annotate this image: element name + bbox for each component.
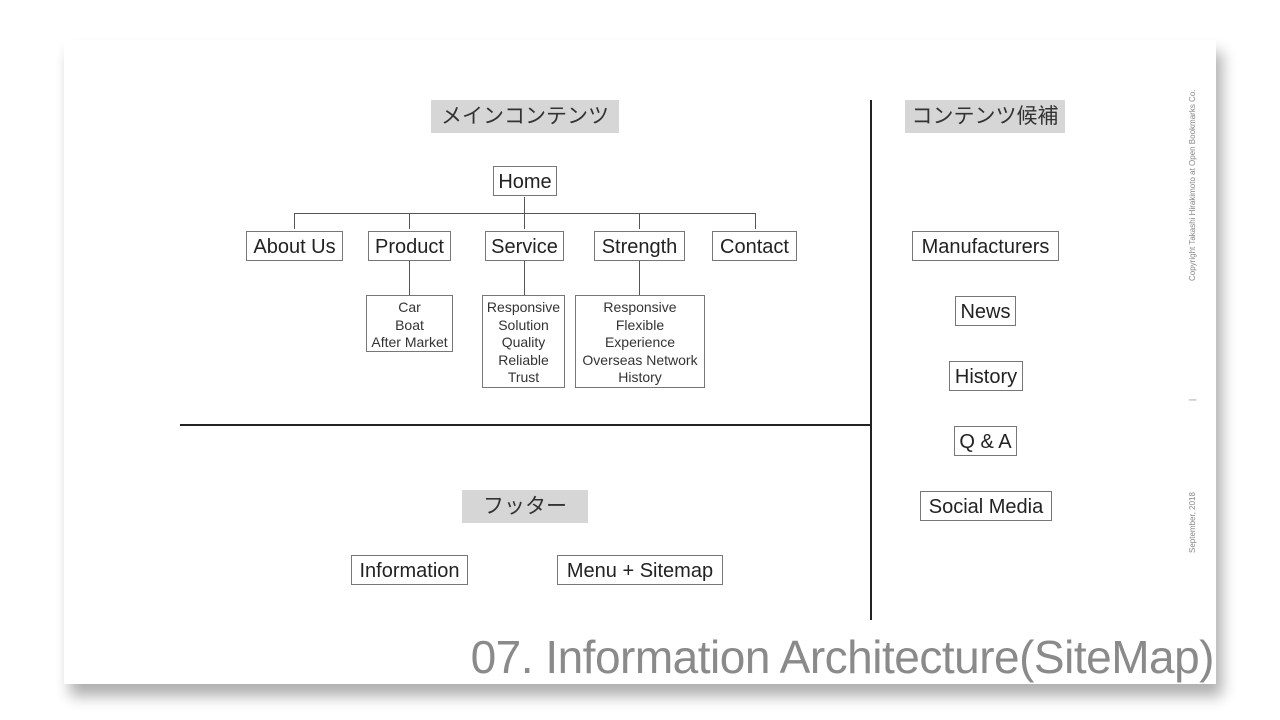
subitem: History [618,369,662,385]
candidate-qa: Q & A [954,426,1017,456]
copyright-text: Copyright Takashi Hirakimoto at Open Boo… [1188,89,1197,282]
subitem: Overseas Network [582,351,698,368]
slide-title: 07. Information Architecture(SiteMap) [470,631,1215,683]
content-candidates-label: コンテンツ候補 [905,100,1065,133]
subitem: Quality [501,334,546,350]
date-text: September, 2018 [1188,492,1197,553]
connector-about [294,213,295,229]
subitem: Boat [395,316,424,333]
candidate-manufacturers: Manufacturers [912,231,1059,261]
candidate-history: History [949,361,1023,391]
subitem: Flexible [615,316,665,333]
connector-service-sub [524,261,525,295]
separator-mark: | [1188,398,1197,401]
subitem: Responsive [486,299,561,315]
strength-subitems: Responsive Flexible Experience Overseas … [575,295,705,388]
connector-contact [755,213,756,229]
connector-product-sub [409,261,410,295]
subitem: Responsive [603,299,677,315]
node-service: Service [485,231,564,261]
connector-service [524,213,525,229]
subitem: After Market [371,334,448,350]
node-about-us: About Us [246,231,343,261]
main-content-label: メインコンテンツ [431,100,619,133]
slide: メインコンテンツ コンテンツ候補 フッター Home About Us Prod… [64,40,1216,684]
subitem: Car [398,299,421,315]
service-subitems: Responsive Solution Quality Reliable Tru… [482,295,565,388]
horizontal-divider [180,424,871,426]
candidate-social-media: Social Media [920,491,1052,521]
product-subitems: Car Boat After Market [366,295,453,352]
footer-label: フッター [462,490,588,523]
vertical-divider [870,100,872,620]
node-product: Product [368,231,451,261]
candidate-news: News [955,296,1016,326]
footer-information: Information [351,555,468,585]
connector-strength-sub [639,261,640,295]
footer-menu-sitemap: Menu + Sitemap [557,555,723,585]
node-contact: Contact [712,231,797,261]
connector-strength [639,213,640,229]
node-strength: Strength [594,231,685,261]
connector-product [409,213,410,229]
subitem: Solution [498,316,549,333]
subitem: Experience [604,334,676,350]
node-home: Home [493,166,557,196]
subitem: Reliable [498,351,549,368]
subitem: Trust [507,369,540,385]
connector-home-down [524,197,525,213]
